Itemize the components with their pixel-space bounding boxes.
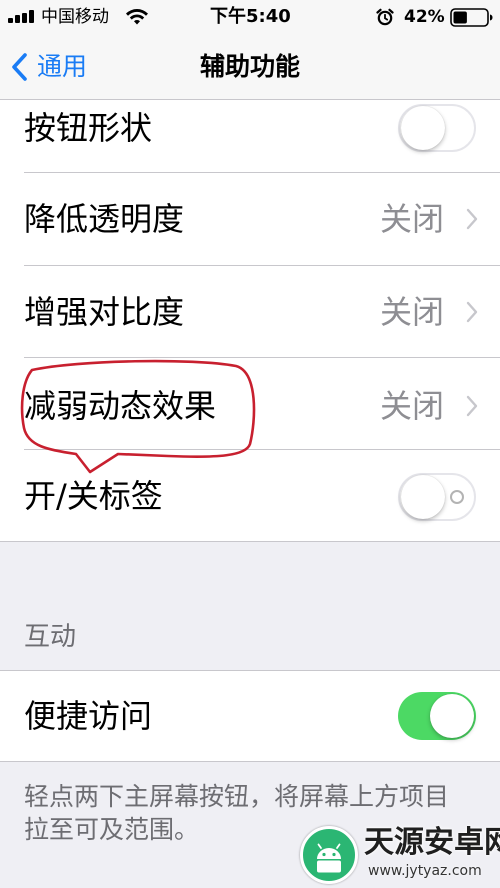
row-value: 关闭 — [379, 293, 444, 331]
site-watermark: 天源安卓网 www.jytyaz.com — [300, 824, 500, 886]
carrier-name: 中国移动 — [41, 7, 109, 27]
row-label: 减弱动态效果 — [24, 387, 217, 425]
chevron-right-icon — [466, 208, 478, 230]
row-label: 增强对比度 — [24, 293, 185, 331]
row-label: 降低透明度 — [24, 200, 185, 238]
row-label: 开/关标签 — [24, 477, 163, 515]
row-on-off-labels[interactable]: 开/关标签 — [0, 450, 500, 542]
interaction-settings-group: 便捷访问 — [0, 670, 500, 762]
row-value: 关闭 — [379, 200, 444, 238]
page-title: 辅助功能 — [199, 52, 300, 81]
android-logo-icon — [300, 826, 358, 884]
navigation-bar: 通用 辅助功能 — [0, 34, 500, 100]
alarm-icon — [376, 8, 394, 26]
watermark-url: www.jytyaz.com — [368, 863, 482, 879]
on-off-labels-toggle[interactable] — [398, 473, 476, 521]
row-reduce-transparency[interactable]: 降低透明度 关闭 — [0, 173, 500, 265]
row-increase-contrast[interactable]: 增强对比度 关闭 — [0, 266, 500, 358]
reachability-toggle[interactable] — [398, 692, 476, 740]
watermark-title: 天源安卓网 — [364, 825, 500, 860]
status-time: 下午5:40 — [210, 6, 291, 27]
row-reduce-motion[interactable]: 减弱动态效果 关闭 — [0, 358, 500, 450]
chevron-right-icon — [466, 301, 478, 323]
button-shapes-toggle[interactable] — [398, 104, 476, 152]
row-button-shapes[interactable]: 按钮形状 — [0, 100, 500, 172]
off-label-icon — [450, 490, 464, 504]
signal-icon — [8, 10, 36, 23]
chevron-right-icon — [466, 395, 478, 417]
display-settings-group: 按钮形状 降低透明度 关闭 增强对比度 关闭 减弱动态效果 关闭 开/关标签 — [0, 100, 500, 542]
battery-icon — [450, 8, 493, 27]
row-label: 便捷访问 — [24, 697, 153, 735]
section-header-interaction: 互动 — [24, 622, 77, 652]
row-value: 关闭 — [379, 387, 444, 425]
row-reachability[interactable]: 便捷访问 — [0, 671, 500, 761]
toggle-knob — [430, 694, 474, 738]
wifi-icon — [126, 9, 148, 25]
toggle-knob — [401, 106, 445, 150]
status-bar: 中国移动 下午5:40 42% — [0, 0, 500, 34]
row-label: 按钮形状 — [24, 109, 153, 147]
battery-percentage: 42% — [404, 7, 445, 27]
toggle-knob — [401, 475, 445, 519]
